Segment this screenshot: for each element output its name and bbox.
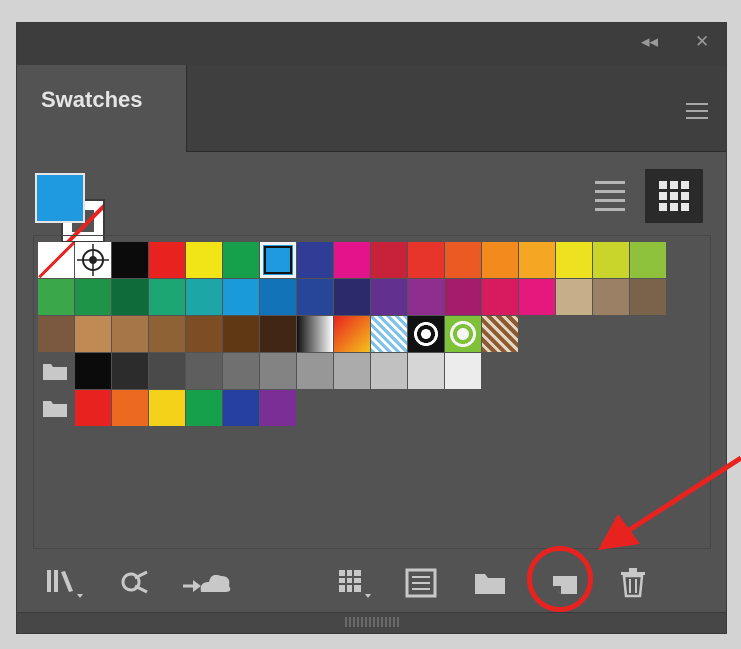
swatch[interactable] — [556, 242, 592, 278]
swatch[interactable] — [334, 353, 370, 389]
panel-titlebar[interactable]: ◂◂ ✕ — [17, 23, 726, 66]
swatch[interactable] — [297, 353, 333, 389]
new-folder-button[interactable] — [471, 564, 511, 604]
close-icon[interactable]: ✕ — [695, 32, 709, 52]
tab-swatches[interactable]: Swatches — [17, 65, 187, 152]
swatch[interactable] — [334, 279, 370, 315]
show-swatch-kinds-button[interactable] — [117, 564, 157, 604]
delete-swatch-button[interactable] — [615, 564, 655, 604]
swatch[interactable] — [260, 242, 296, 278]
swatch[interactable] — [260, 353, 296, 389]
cloud-icon — [183, 574, 231, 592]
swatch[interactable] — [556, 279, 592, 315]
swatch[interactable] — [223, 316, 259, 352]
swatch[interactable] — [519, 279, 555, 315]
swatch[interactable] — [75, 279, 111, 315]
swatch[interactable] — [482, 279, 518, 315]
swatch[interactable] — [630, 279, 666, 315]
swatch[interactable] — [112, 279, 148, 315]
swatch[interactable] — [445, 279, 481, 315]
swatches-panel: ◂◂ ✕ Swatches — [16, 22, 727, 634]
swatch[interactable] — [408, 242, 444, 278]
library-icon — [47, 570, 83, 598]
swatch[interactable] — [149, 316, 185, 352]
swatch[interactable] — [630, 242, 666, 278]
swatch[interactable] — [371, 242, 407, 278]
swatch-grid — [33, 235, 711, 549]
swatch[interactable] — [223, 353, 259, 389]
swatch[interactable] — [112, 390, 148, 426]
swatch[interactable] — [223, 390, 259, 426]
annotation-highlight-circle — [527, 546, 593, 612]
swatch[interactable] — [223, 279, 259, 315]
new-color-group-button[interactable] — [403, 564, 443, 604]
swatch[interactable] — [186, 390, 222, 426]
swatch-gradient-orange[interactable] — [334, 316, 370, 352]
swatch-group-folder-icon[interactable] — [42, 398, 68, 418]
swatch[interactable] — [112, 353, 148, 389]
swatch[interactable] — [445, 353, 481, 389]
swatch[interactable] — [223, 242, 259, 278]
swatch-pattern-blue[interactable] — [371, 316, 407, 352]
swatch[interactable] — [75, 390, 111, 426]
list-view-button[interactable] — [587, 173, 633, 219]
trash-icon — [621, 568, 645, 598]
swatch[interactable] — [186, 316, 222, 352]
swatch-pattern-green[interactable] — [445, 316, 481, 352]
swatch[interactable] — [408, 279, 444, 315]
swatch-none[interactable] — [38, 242, 74, 278]
fill-swatch[interactable] — [35, 173, 85, 223]
swatch[interactable] — [519, 242, 555, 278]
swatch-group-folder-icon[interactable] — [42, 361, 68, 381]
swatch[interactable] — [260, 316, 296, 352]
swatch[interactable] — [112, 316, 148, 352]
swatch-gradient-bw[interactable] — [297, 316, 333, 352]
swatch[interactable] — [149, 242, 185, 278]
swatch[interactable] — [297, 242, 333, 278]
panel-resize-bar[interactable] — [17, 612, 726, 633]
swatch[interactable] — [149, 279, 185, 315]
swatch-pattern-circle[interactable] — [408, 316, 444, 352]
swatch[interactable] — [149, 353, 185, 389]
swatch[interactable] — [593, 279, 629, 315]
swatch-libraries-menu-button[interactable] — [45, 564, 85, 604]
swatch[interactable] — [112, 242, 148, 278]
folder-icon — [475, 574, 505, 594]
swatch[interactable] — [75, 316, 111, 352]
swatch-registration[interactable] — [75, 242, 111, 278]
swatch[interactable] — [334, 242, 370, 278]
swatch[interactable] — [408, 353, 444, 389]
swatch[interactable] — [38, 316, 74, 352]
swatch[interactable] — [593, 242, 629, 278]
resize-grip[interactable] — [345, 617, 399, 627]
swatch[interactable] — [482, 242, 518, 278]
swatch-kinds-icon — [121, 570, 148, 594]
libraries-cloud-button[interactable] — [181, 564, 231, 604]
swatch[interactable] — [38, 279, 74, 315]
panel-toolbar — [17, 558, 726, 614]
swatch[interactable] — [371, 279, 407, 315]
swatch[interactable] — [260, 390, 296, 426]
swatch[interactable] — [297, 279, 333, 315]
swatch[interactable] — [75, 353, 111, 389]
swatch[interactable] — [186, 279, 222, 315]
swatch[interactable] — [371, 353, 407, 389]
tab-swatches-label: Swatches — [41, 87, 143, 112]
swatch[interactable] — [445, 242, 481, 278]
swatch[interactable] — [260, 279, 296, 315]
tab-row: Swatches — [17, 65, 726, 152]
color-group-icon — [405, 568, 437, 598]
swatch[interactable] — [186, 242, 222, 278]
swatch-pattern-brown[interactable] — [482, 316, 518, 352]
thumbnail-view-button[interactable] — [645, 169, 703, 223]
collapse-icon[interactable]: ◂◂ — [641, 32, 658, 52]
panel-menu-icon[interactable] — [686, 103, 708, 119]
swatch[interactable] — [149, 390, 185, 426]
grid-options-icon — [339, 570, 371, 598]
swatch[interactable] — [186, 353, 222, 389]
swatch-options-button[interactable] — [335, 564, 379, 604]
